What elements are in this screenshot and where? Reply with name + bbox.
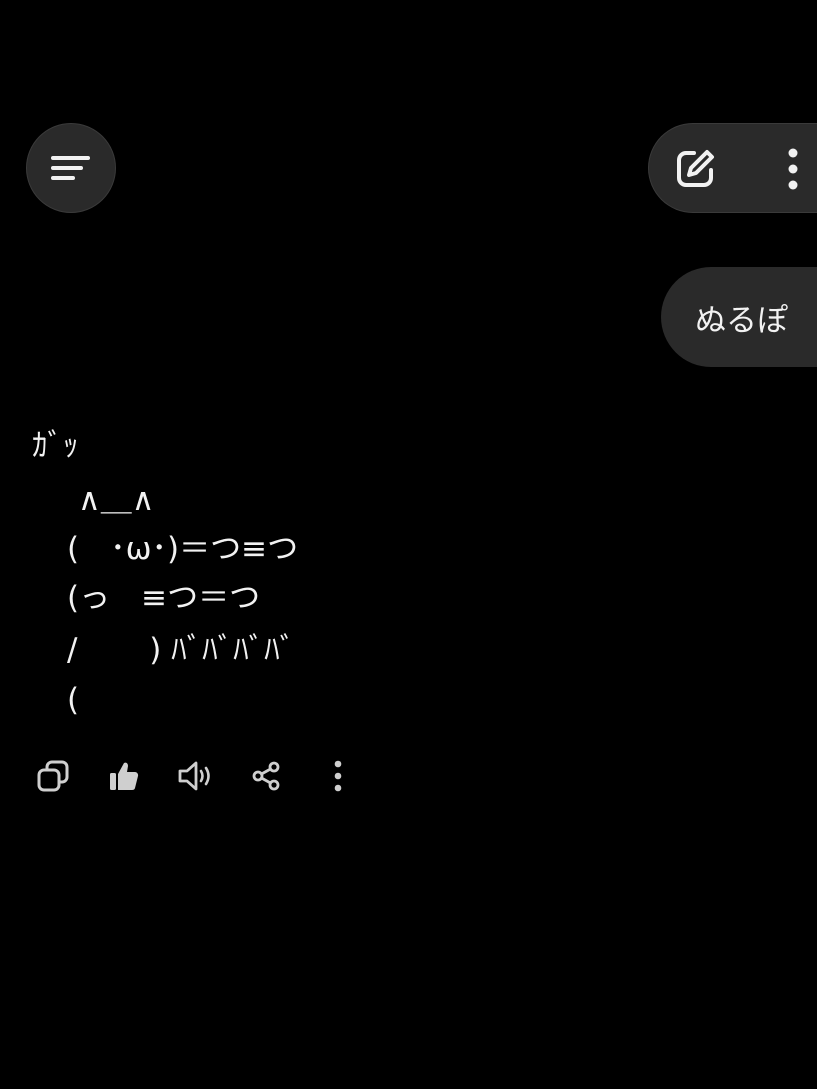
share-icon [252, 761, 280, 791]
response-line: ∧＿∧ [78, 482, 155, 518]
response-line: ( [67, 682, 80, 718]
assistant-message: ｶﾞｯ ∧＿∧ ( ･ω･)＝つ≡つ (っ ≡つ＝つ / ) ﾊﾞﾊﾞﾊﾞﾊﾞ … [0, 0, 817, 1089]
more-actions-button[interactable] [316, 754, 360, 798]
speaker-icon [178, 761, 210, 791]
response-line: ( ･ω･)＝つ≡つ [67, 531, 299, 567]
more-vertical-icon [334, 760, 342, 792]
share-button[interactable] [244, 754, 288, 798]
response-line: ｶﾞｯ [32, 428, 79, 464]
chat-screen: ぬるぽ ｶﾞｯ ∧＿∧ ( ･ω･)＝つ≡つ (っ ≡つ＝つ / ) ﾊﾞﾊﾞﾊ… [0, 0, 817, 1089]
copy-icon [37, 760, 69, 792]
response-line: (っ ≡つ＝つ [67, 580, 261, 616]
response-line: / ) ﾊﾞﾊﾞﾊﾞﾊﾞ [67, 632, 296, 668]
like-button[interactable] [102, 754, 146, 798]
thumbs-up-icon [110, 762, 139, 790]
copy-button[interactable] [31, 754, 75, 798]
read-aloud-button[interactable] [174, 754, 218, 798]
